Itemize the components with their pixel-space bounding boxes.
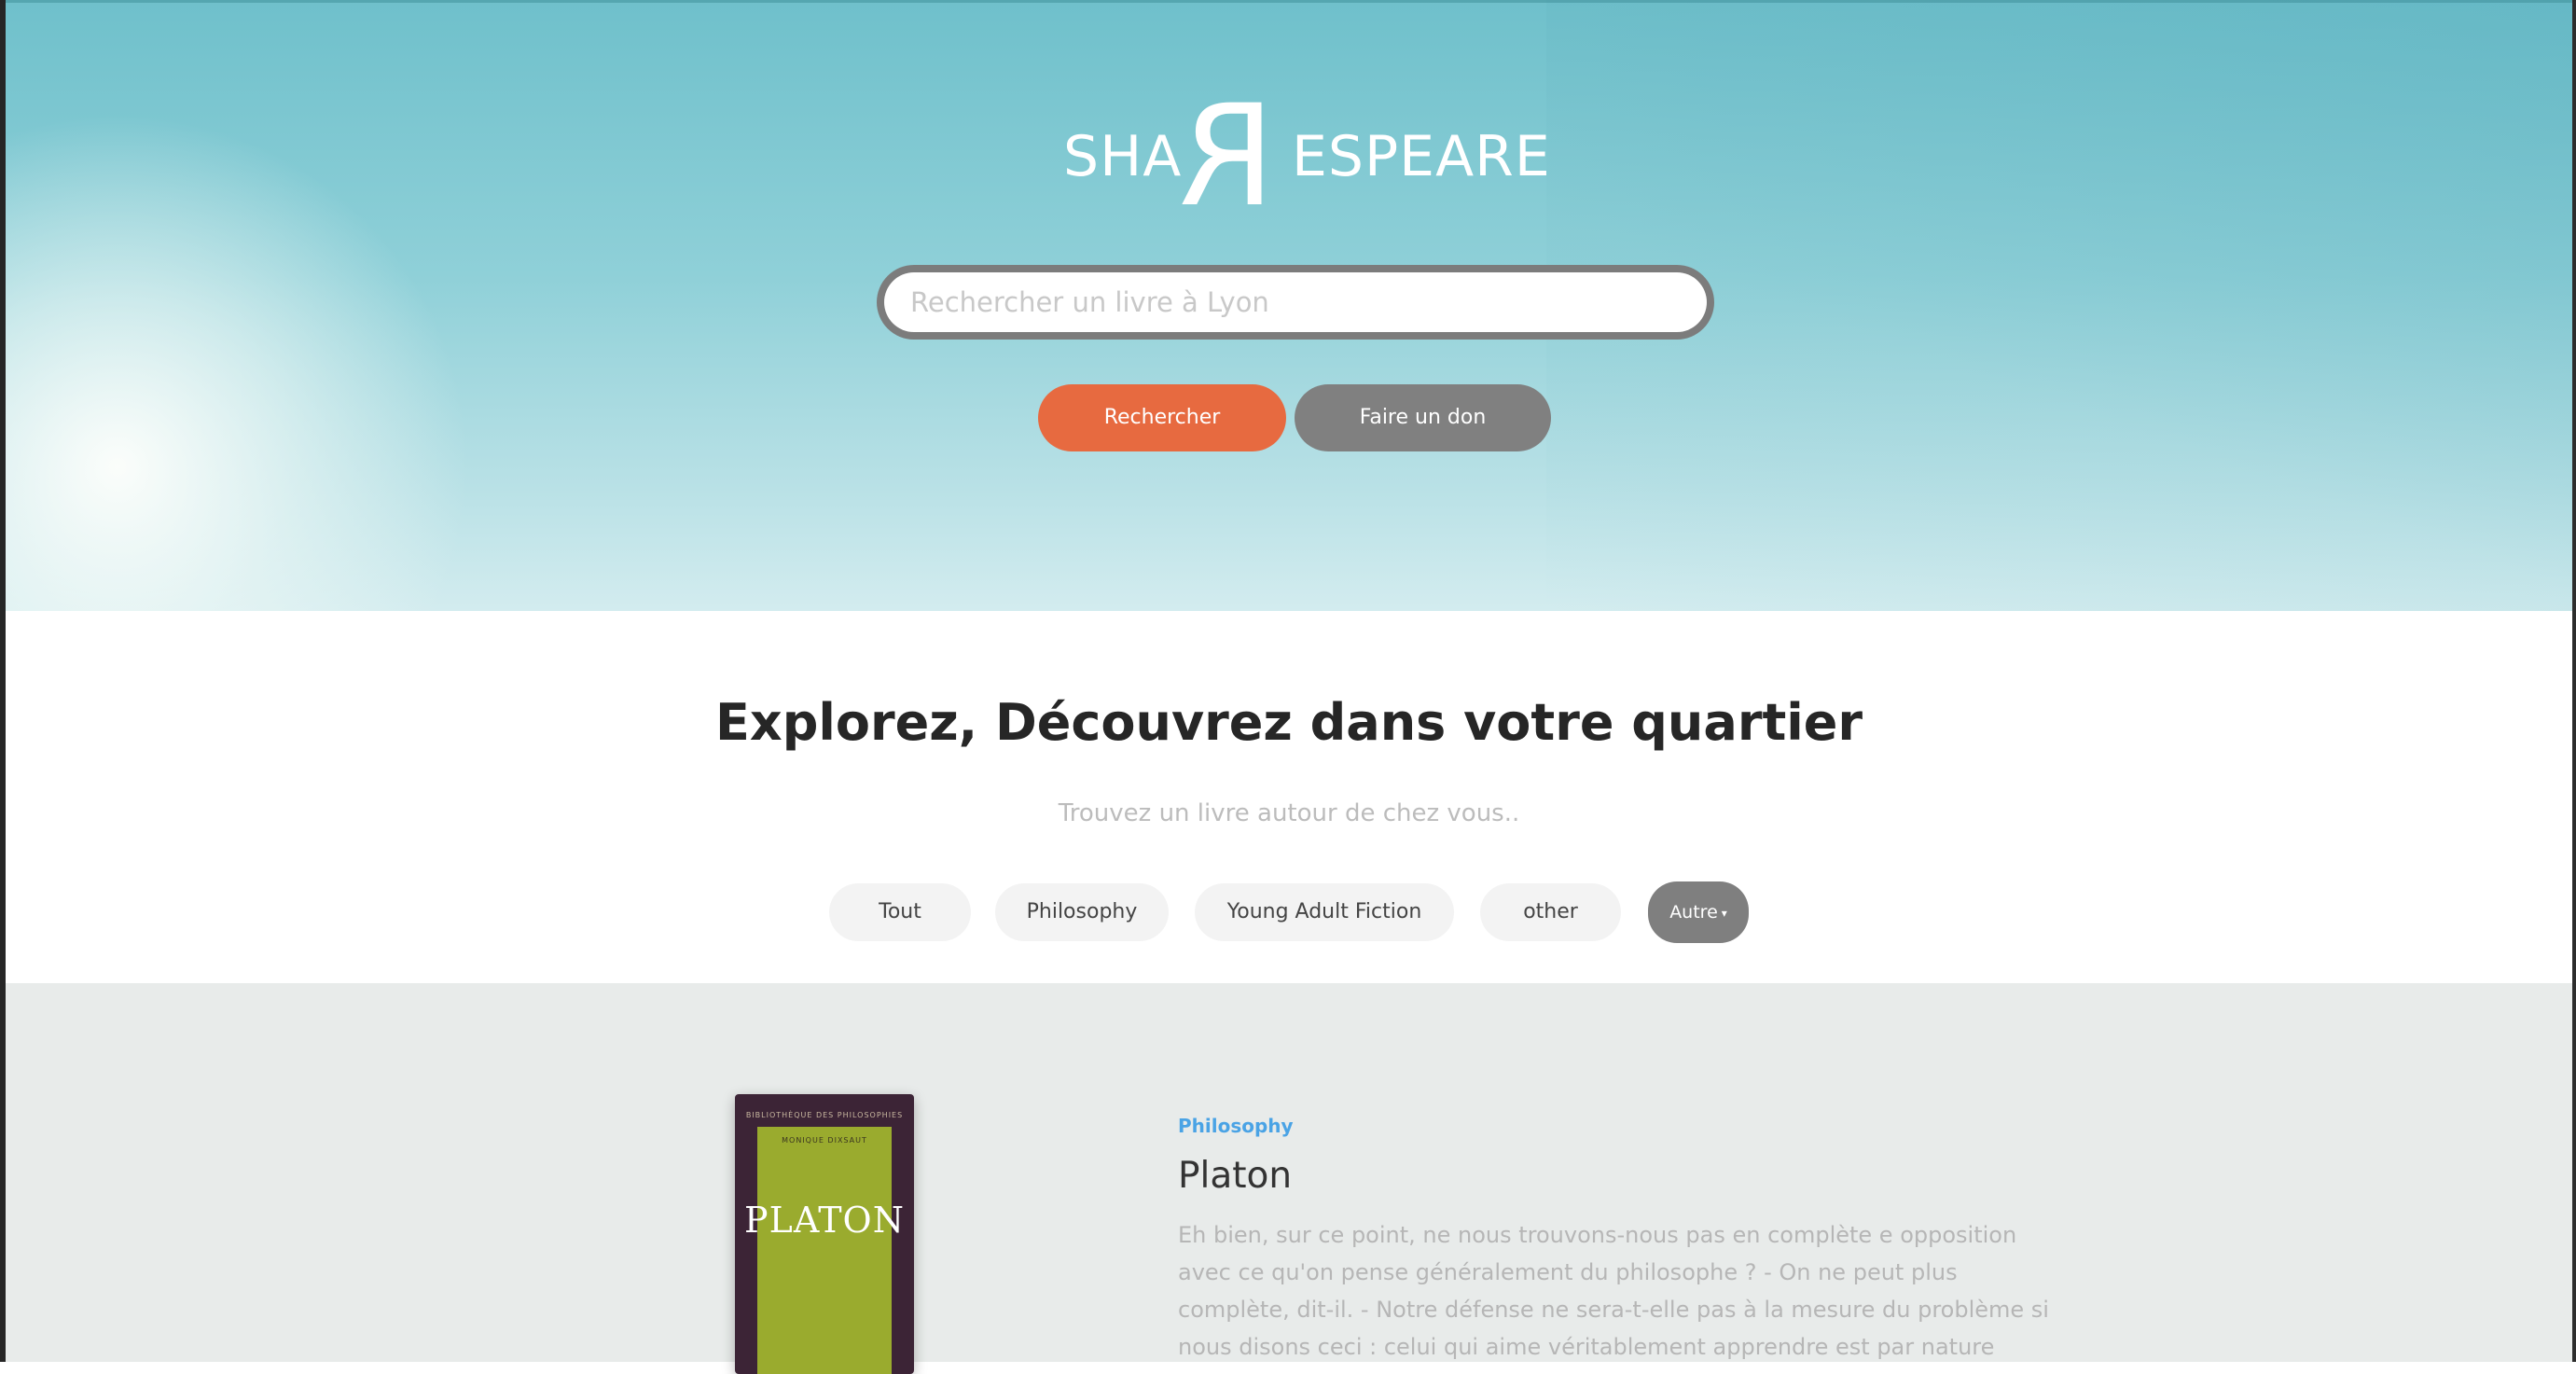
explore-subtitle: Trouvez un livre autour de chez vous..	[1058, 799, 1520, 827]
book-category[interactable]: Philosophy	[1178, 1115, 1294, 1137]
search-field-frame	[877, 265, 1714, 340]
window-left-border	[0, 0, 6, 1362]
hero-light-glow	[6, 112, 472, 611]
search-button[interactable]: Rechercher	[1038, 384, 1286, 451]
cover-author: MONIQUE DIXSAUT	[782, 1136, 867, 1145]
hero-top-line	[6, 0, 2572, 3]
filter-chip-tout[interactable]: Tout	[829, 883, 971, 941]
explore-section: Explorez, Découvrez dans votre quartier …	[6, 611, 2572, 983]
logo-text-left: SHA	[1063, 124, 1183, 189]
book-title[interactable]: Platon	[1178, 1155, 1292, 1197]
logo-text-right: ESPEARE	[1292, 124, 1551, 189]
window-right-border	[2572, 0, 2576, 1362]
logo-mirrored-r: R	[1178, 76, 1276, 238]
search-input[interactable]	[884, 272, 1707, 332]
book-listing: BIBLIOTHÈQUE DES PHILOSOPHIES MONIQUE DI…	[6, 983, 2572, 1374]
hero-banner: SHA R ESPEARE Rechercher Faire un don	[6, 0, 2572, 611]
filter-chip-other[interactable]: other	[1480, 883, 1621, 941]
cover-title: PLATON	[744, 1200, 905, 1241]
site-logo[interactable]: SHA R ESPEARE	[1063, 76, 1551, 238]
explore-title: Explorez, Découvrez dans votre quartier	[714, 693, 1863, 752]
caret-down-icon: ▾	[1721, 906, 1727, 920]
filter-chip-young-adult-fiction[interactable]: Young Adult Fiction	[1195, 883, 1454, 941]
donate-button[interactable]: Faire un don	[1295, 384, 1551, 451]
cover-series: BIBLIOTHÈQUE DES PHILOSOPHIES	[745, 1111, 904, 1119]
book-cover-image[interactable]: BIBLIOTHÈQUE DES PHILOSOPHIES MONIQUE DI…	[735, 1094, 914, 1374]
filter-dropdown-autre[interactable]: Autre ▾	[1648, 881, 1749, 943]
filter-chip-philosophy[interactable]: Philosophy	[995, 883, 1169, 941]
book-description: Eh bien, sur ce point, ne nous trouvons-…	[1178, 1222, 2049, 1360]
cover-panel: MONIQUE DIXSAUT PLATON	[744, 1127, 904, 1374]
dropdown-label: Autre	[1669, 902, 1718, 923]
